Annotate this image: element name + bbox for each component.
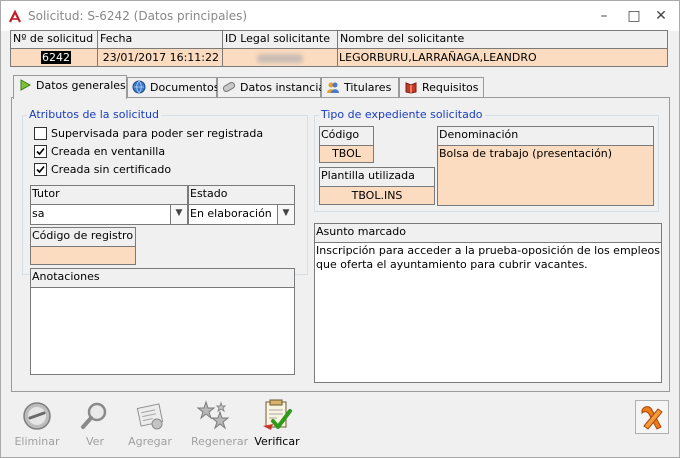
chevron-down-icon[interactable]: ▼ bbox=[170, 205, 187, 224]
codigo-box: Código TBOL bbox=[319, 126, 374, 163]
denominacion-value: Bolsa de trabajo (presentación) bbox=[439, 147, 613, 160]
legal-id-field[interactable] bbox=[223, 48, 337, 66]
add-document-icon bbox=[136, 403, 164, 430]
asunto-value: Inscripción para acceder a la prueba-opo… bbox=[316, 244, 660, 271]
checkbox-label: Creada sin certificado bbox=[51, 163, 172, 176]
anotaciones-textarea[interactable] bbox=[31, 287, 294, 374]
tab-label: Datos generales bbox=[36, 79, 126, 92]
users-icon bbox=[327, 82, 339, 93]
close-button[interactable]: ✕ bbox=[648, 5, 674, 27]
date-field[interactable]: 23/01/2017 16:11:22 bbox=[98, 48, 222, 66]
header-label: ID Legal solicitante bbox=[225, 32, 330, 45]
checkbox-box[interactable] bbox=[34, 127, 47, 140]
tab-datos-generales[interactable]: Datos generales bbox=[13, 75, 127, 99]
codigo-registro-box: Código de registro bbox=[30, 227, 136, 265]
denominacion-label: Denominación bbox=[439, 128, 519, 141]
checkbox-box[interactable] bbox=[34, 163, 47, 176]
window-title: Solicitud: S-6242 (Datos principales) bbox=[28, 9, 248, 23]
denominacion-field[interactable]: Bolsa de trabajo (presentación) bbox=[438, 145, 653, 205]
regenerate-icon bbox=[196, 400, 230, 430]
checkbox-label: Creada en ventanilla bbox=[51, 145, 166, 158]
ver-label: Ver bbox=[86, 435, 104, 448]
tutor-combo[interactable]: sa ▼ bbox=[31, 204, 187, 224]
agregar-button[interactable]: Agregar bbox=[127, 398, 173, 448]
regenerar-label: Regenerar bbox=[191, 435, 249, 448]
checkbox-label: Supervisada para poder ser registrada bbox=[51, 127, 264, 140]
checkbox-box[interactable] bbox=[34, 145, 47, 158]
estado-value: En elaboración bbox=[190, 207, 272, 220]
denominacion-box: Denominación Bolsa de trabajo (presentac… bbox=[437, 126, 654, 206]
plantilla-box: Plantilla utilizada TBOL.INS bbox=[319, 167, 435, 205]
globe-icon bbox=[132, 80, 146, 94]
codigo-label: Código bbox=[321, 128, 360, 141]
atributos-group-title: Atributos de la solicitud bbox=[27, 108, 161, 121]
header-col-date: Fecha 23/01/2017 16:11:22 bbox=[98, 31, 223, 66]
datos-generales-panel: Atributos de la solicitud Supervisada pa… bbox=[11, 97, 670, 392]
minimize-button[interactable]: – bbox=[591, 5, 617, 27]
header-label: Nombre del solicitante bbox=[340, 32, 465, 45]
tab-label: Documentos bbox=[150, 81, 220, 94]
redacted-legal-id bbox=[257, 53, 303, 63]
pill-icon bbox=[222, 82, 236, 92]
tab-label: Datos instancia bbox=[240, 81, 326, 94]
asunto-textarea[interactable]: Inscripción para acceder a la prueba-opo… bbox=[315, 242, 661, 382]
play-icon bbox=[20, 79, 32, 91]
tipo-expediente-group-title: Tipo de expediente solicitado bbox=[319, 108, 485, 121]
chevron-down-icon[interactable]: ▼ bbox=[277, 205, 294, 224]
plantilla-label: Plantilla utilizada bbox=[321, 169, 415, 182]
eliminar-label: Eliminar bbox=[14, 435, 60, 448]
tutor-label: Tutor bbox=[32, 187, 60, 200]
codigo-registro-field[interactable] bbox=[31, 246, 135, 264]
header-col-applicant-name: Nombre del solicitante LEGORBURU,LARRAÑA… bbox=[338, 31, 667, 66]
ver-button[interactable]: Ver bbox=[72, 398, 118, 448]
asunto-box: Asunto marcado Inscripción para acceder … bbox=[314, 223, 662, 383]
estado-label: Estado bbox=[190, 187, 228, 200]
agregar-label: Agregar bbox=[128, 435, 172, 448]
tab-titulares[interactable]: Titulares bbox=[321, 77, 399, 98]
header-label: Nº de solicitud bbox=[13, 32, 94, 45]
book-icon bbox=[405, 82, 417, 94]
magnifier-icon bbox=[81, 402, 107, 429]
applicant-name-field[interactable]: LEGORBURU,LARRAÑAGA,LEANDRO bbox=[338, 48, 667, 66]
tab-label: Titulares bbox=[344, 81, 392, 94]
tab-documentos[interactable]: Documentos bbox=[127, 77, 220, 98]
codigo-value: TBOL bbox=[332, 147, 361, 160]
application-window: Solicitud: S-6242 (Datos principales) – … bbox=[0, 0, 680, 458]
title-bar: Solicitud: S-6242 (Datos principales) – … bbox=[1, 1, 679, 31]
tab-label: Requisitos bbox=[422, 81, 479, 94]
maximize-button[interactable]: □ bbox=[621, 5, 647, 27]
regenerar-button[interactable]: Regenerar bbox=[191, 398, 249, 448]
tutor-value: sa bbox=[32, 207, 45, 220]
anotaciones-box: Anotaciones bbox=[30, 268, 295, 375]
checkmark-icon bbox=[36, 147, 45, 156]
tutor-box: Tutor sa ▼ bbox=[30, 185, 188, 225]
header-col-legal-id: ID Legal solicitante bbox=[223, 31, 338, 66]
delete-icon bbox=[23, 402, 51, 430]
verificar-button[interactable]: Verificar bbox=[254, 398, 300, 448]
tab-requisitos[interactable]: Requisitos bbox=[399, 77, 484, 98]
exit-icon bbox=[641, 406, 663, 430]
tab-datos-instancia[interactable]: Datos instancia bbox=[217, 77, 325, 98]
estado-box: Estado En elaboración ▼ bbox=[188, 185, 295, 225]
header-label: Fecha bbox=[100, 32, 133, 45]
request-header-table: Nº de solicitud 6242 Fecha 23/01/2017 16… bbox=[10, 30, 668, 67]
exit-button[interactable] bbox=[635, 400, 669, 434]
eliminar-button[interactable]: Eliminar bbox=[14, 398, 60, 448]
codigo-field[interactable]: TBOL bbox=[320, 145, 373, 162]
verify-icon bbox=[263, 399, 292, 430]
request-number-field[interactable]: 6242 bbox=[11, 48, 97, 66]
plantilla-value: TBOL.INS bbox=[351, 189, 403, 202]
verificar-label: Verificar bbox=[254, 435, 300, 448]
asunto-label: Asunto marcado bbox=[316, 225, 406, 238]
request-number-value: 6242 bbox=[41, 51, 71, 64]
date-value: 23/01/2017 16:11:22 bbox=[102, 51, 219, 64]
checkmark-icon bbox=[36, 165, 45, 174]
app-logo-icon bbox=[9, 9, 21, 23]
codigo-registro-label: Código de registro bbox=[32, 229, 134, 242]
estado-combo[interactable]: En elaboración ▼ bbox=[189, 204, 294, 224]
plantilla-field[interactable]: TBOL.INS bbox=[320, 186, 434, 204]
anotaciones-label: Anotaciones bbox=[32, 270, 100, 283]
applicant-name-value: LEGORBURU,LARRAÑAGA,LEANDRO bbox=[339, 51, 537, 64]
header-col-request-number: Nº de solicitud 6242 bbox=[11, 31, 98, 66]
